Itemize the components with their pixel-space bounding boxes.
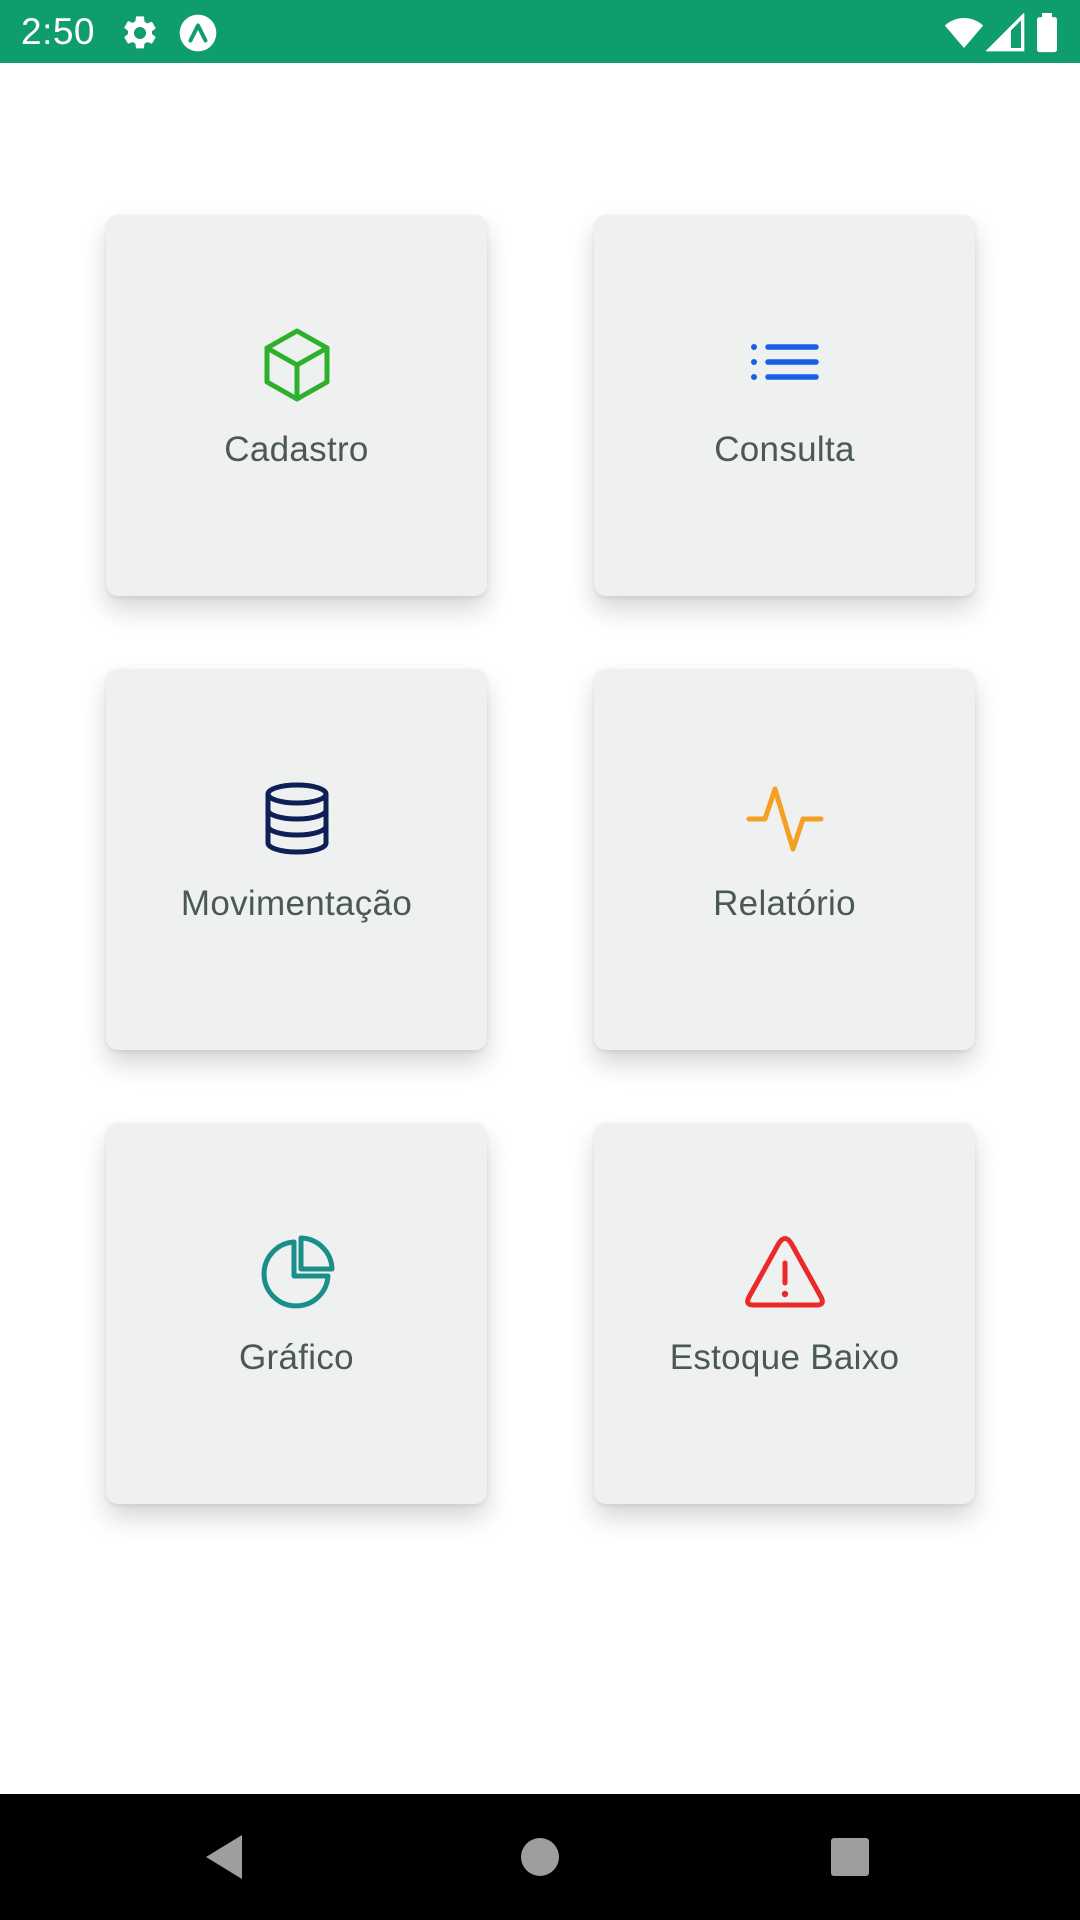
back-icon[interactable]: [198, 1829, 254, 1885]
menu-card-label: Consulta: [714, 430, 855, 469]
navigation-bar: [0, 1794, 1080, 1920]
menu-card-label: Cadastro: [224, 430, 369, 469]
menu-card-estoque-baixo[interactable]: Estoque Baixo: [594, 1123, 975, 1504]
alert-triangle-icon: [744, 1233, 825, 1313]
menu-card-label: Movimentação: [180, 884, 413, 923]
menu-card-cadastro[interactable]: Cadastro: [106, 215, 487, 596]
menu-card-grafico[interactable]: Gráfico: [106, 1123, 487, 1504]
activity-icon: [745, 779, 825, 859]
pie-chart-icon: [257, 1233, 337, 1313]
home-icon[interactable]: [512, 1829, 568, 1885]
menu-card-label: Relatório: [713, 884, 856, 923]
menu-card-label: Estoque Baixo: [669, 1338, 900, 1377]
menu-card-label: Gráfico: [239, 1338, 354, 1377]
database-icon: [257, 779, 337, 859]
home-screen: 2:50 Cadastro Consulta Movimentação Rela…: [0, 0, 1080, 1920]
recents-icon[interactable]: [822, 1829, 878, 1885]
cube-icon: [257, 325, 337, 405]
menu-card-consulta[interactable]: Consulta: [594, 215, 975, 596]
menu-card-movimentacao[interactable]: Movimentação: [106, 669, 487, 1050]
menu-grid: Cadastro Consulta Movimentação Relatório…: [0, 0, 1080, 1920]
list-icon: [745, 325, 825, 405]
menu-card-relatorio[interactable]: Relatório: [594, 669, 975, 1050]
